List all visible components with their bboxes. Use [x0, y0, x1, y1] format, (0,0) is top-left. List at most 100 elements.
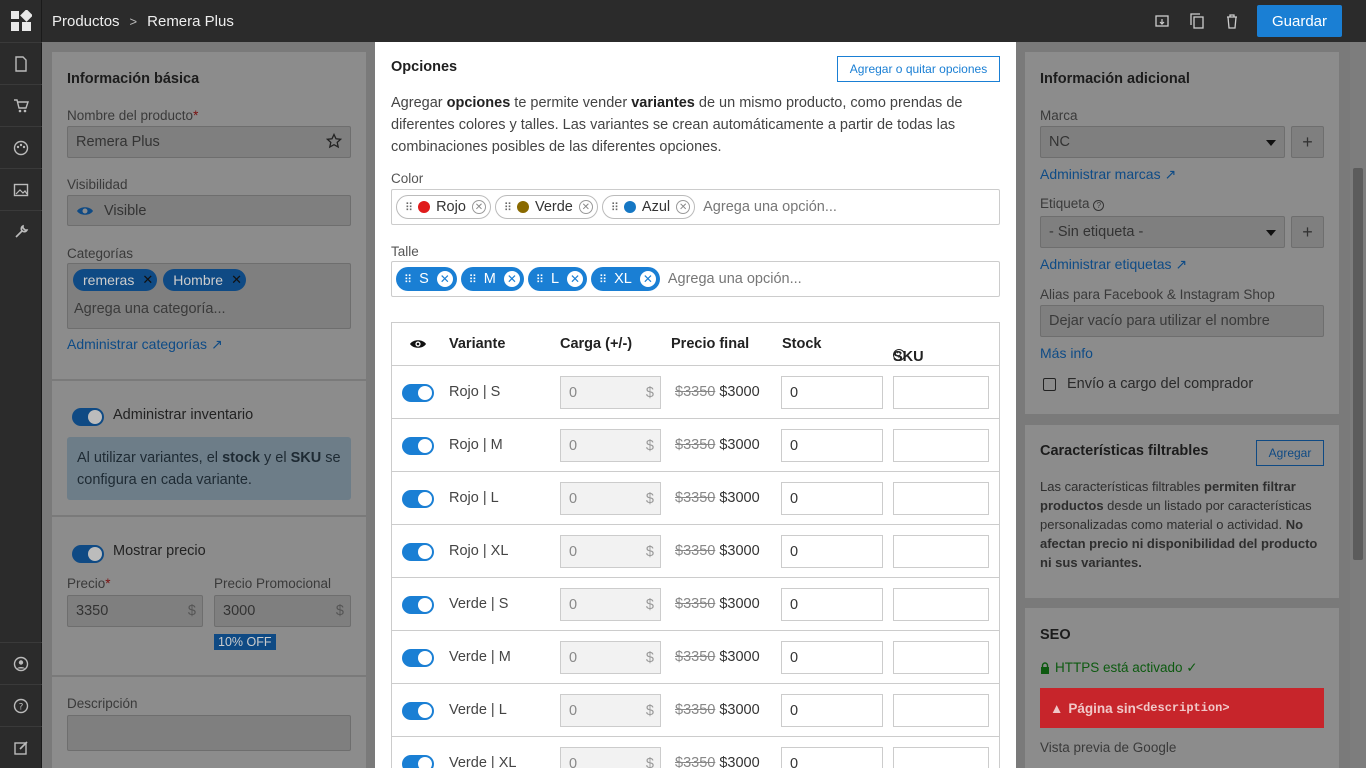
- remove-icon[interactable]: ✕: [436, 271, 453, 287]
- add-tag-button[interactable]: +: [1291, 216, 1324, 248]
- product-name-input[interactable]: Remera Plus: [67, 126, 351, 158]
- size-chip[interactable]: ⠿ M ✕: [460, 267, 524, 291]
- categories-input[interactable]: remeras ✕ Hombre ✕ Agrega una categoría...: [67, 263, 351, 329]
- palette-icon[interactable]: [0, 126, 42, 168]
- variant-stock-input[interactable]: 0: [781, 429, 883, 462]
- seo-warning: ▲ Página sin <description>: [1040, 688, 1324, 728]
- tag-select[interactable]: - Sin etiqueta -: [1040, 216, 1285, 248]
- color-chip[interactable]: ⠿ Rojo ✕: [396, 195, 491, 219]
- duplicate-icon[interactable]: [1179, 0, 1214, 42]
- page-scrollbar[interactable]: [1350, 42, 1366, 768]
- variant-visibility-toggle[interactable]: [402, 755, 434, 768]
- remove-icon[interactable]: ✕: [578, 200, 593, 214]
- external-edit-icon[interactable]: [0, 726, 42, 768]
- star-icon[interactable]: [325, 132, 343, 153]
- manage-options-button[interactable]: Agregar o quitar opciones: [837, 56, 1000, 82]
- drag-handle-icon[interactable]: ⠿: [504, 201, 512, 214]
- variant-load-input[interactable]: 0 $: [560, 588, 661, 621]
- size-chip[interactable]: ⠿ L ✕: [527, 267, 588, 291]
- brand-select[interactable]: NC: [1040, 126, 1285, 158]
- variant-sku-input[interactable]: [893, 747, 989, 768]
- trash-icon[interactable]: [1214, 0, 1249, 42]
- show-price-toggle[interactable]: [72, 545, 104, 563]
- variant-stock-input[interactable]: 0: [781, 588, 883, 621]
- variant-visibility-toggle[interactable]: [402, 543, 434, 561]
- variant-final-price: $3350 $3000: [675, 490, 760, 506]
- category-chip[interactable]: Hombre ✕: [163, 269, 246, 291]
- variant-load-input[interactable]: 0 $: [560, 747, 661, 768]
- remove-icon[interactable]: ✕: [639, 271, 656, 287]
- drag-handle-icon[interactable]: ⠿: [404, 273, 412, 286]
- pages-icon[interactable]: [0, 42, 42, 84]
- variant-stock-input[interactable]: 0: [781, 694, 883, 727]
- variant-visibility-toggle[interactable]: [402, 702, 434, 720]
- color-options-input[interactable]: ⠿ Rojo ✕ ⠿ Verde ✕ ⠿ Azul ✕ Agrega una opción.…: [391, 189, 1000, 225]
- add-filter-button[interactable]: Agregar: [1256, 440, 1324, 466]
- add-brand-button[interactable]: +: [1291, 126, 1324, 158]
- remove-icon[interactable]: ✕: [142, 272, 153, 288]
- breadcrumb-parent[interactable]: Productos: [52, 13, 120, 30]
- variant-load-input[interactable]: 0 $: [560, 694, 661, 727]
- promo-price-input[interactable]: 3000 $: [214, 595, 351, 627]
- remove-icon[interactable]: ✕: [231, 272, 242, 288]
- remove-icon[interactable]: ✕: [503, 271, 520, 287]
- size-add-placeholder[interactable]: Agrega una opción...: [668, 271, 802, 287]
- size-chip[interactable]: ⠿ XL ✕: [591, 267, 660, 291]
- variant-stock-input[interactable]: 0: [781, 376, 883, 409]
- variant-load-input[interactable]: 0 $: [560, 429, 661, 462]
- save-button[interactable]: Guardar: [1257, 5, 1342, 37]
- variant-sku-input[interactable]: [893, 588, 989, 621]
- manage-categories-link[interactable]: Administrar categorías ↗: [67, 336, 223, 353]
- variant-load-input[interactable]: 0 $: [560, 535, 661, 568]
- remove-icon[interactable]: ✕: [676, 200, 691, 214]
- variant-sku-input[interactable]: [893, 641, 989, 674]
- description-input[interactable]: [67, 715, 351, 751]
- remove-icon[interactable]: ✕: [471, 200, 486, 214]
- help-icon[interactable]: ?: [0, 684, 42, 726]
- variant-visibility-toggle[interactable]: [402, 596, 434, 614]
- drag-handle-icon[interactable]: ⠿: [405, 201, 413, 214]
- tools-icon[interactable]: [0, 210, 42, 252]
- drag-handle-icon[interactable]: ⠿: [536, 273, 544, 286]
- variant-stock-input[interactable]: 0: [781, 641, 883, 674]
- size-options-input[interactable]: ⠿ S ✕ ⠿ M ✕ ⠿ L ✕ ⠿ XL ✕ Agrega una opción...: [391, 261, 1000, 297]
- manage-tags-link[interactable]: Administrar etiquetas ↗: [1040, 256, 1187, 273]
- manage-brands-link[interactable]: Administrar marcas ↗: [1040, 166, 1176, 183]
- variant-load-input[interactable]: 0 $: [560, 482, 661, 515]
- more-info-link[interactable]: Más info: [1040, 345, 1093, 361]
- alias-input[interactable]: Dejar vacío para utilizar el nombre: [1040, 305, 1324, 337]
- color-add-placeholder[interactable]: Agrega una opción...: [703, 199, 837, 215]
- variant-visibility-toggle[interactable]: [402, 649, 434, 667]
- variant-load-input[interactable]: 0 $: [560, 376, 661, 409]
- drag-handle-icon[interactable]: ⠿: [611, 201, 619, 214]
- inventory-toggle[interactable]: [72, 408, 104, 426]
- variant-stock-input[interactable]: 0: [781, 482, 883, 515]
- remove-icon[interactable]: ✕: [567, 271, 584, 287]
- variant-sku-input[interactable]: [893, 535, 989, 568]
- category-chip[interactable]: remeras ✕: [73, 269, 158, 291]
- variant-visibility-toggle[interactable]: [402, 384, 434, 402]
- shipping-checkbox[interactable]: [1043, 378, 1056, 391]
- logo-icon[interactable]: [0, 0, 42, 42]
- visibility-select[interactable]: Visible: [67, 195, 351, 226]
- price-input[interactable]: 3350 $: [67, 595, 203, 627]
- variant-sku-input[interactable]: [893, 694, 989, 727]
- variant-sku-input[interactable]: [893, 429, 989, 462]
- cart-icon[interactable]: [0, 84, 42, 126]
- archive-icon[interactable]: [1144, 0, 1179, 42]
- variant-visibility-toggle[interactable]: [402, 437, 434, 455]
- color-chip[interactable]: ⠿ Azul ✕: [601, 195, 696, 219]
- variant-visibility-toggle[interactable]: [402, 490, 434, 508]
- account-icon[interactable]: [0, 642, 42, 684]
- drag-handle-icon[interactable]: ⠿: [469, 273, 477, 286]
- size-chip[interactable]: ⠿ S ✕: [396, 267, 457, 291]
- variant-sku-input[interactable]: [893, 482, 989, 515]
- variant-stock-input[interactable]: 0: [781, 747, 883, 768]
- drag-handle-icon[interactable]: ⠿: [599, 273, 607, 286]
- variant-sku-input[interactable]: [893, 376, 989, 409]
- variant-stock-input[interactable]: 0: [781, 535, 883, 568]
- scrollbar-thumb[interactable]: [1353, 168, 1363, 560]
- color-chip[interactable]: ⠿ Verde ✕: [494, 195, 598, 219]
- variant-load-input[interactable]: 0 $: [560, 641, 661, 674]
- image-icon[interactable]: [0, 168, 42, 210]
